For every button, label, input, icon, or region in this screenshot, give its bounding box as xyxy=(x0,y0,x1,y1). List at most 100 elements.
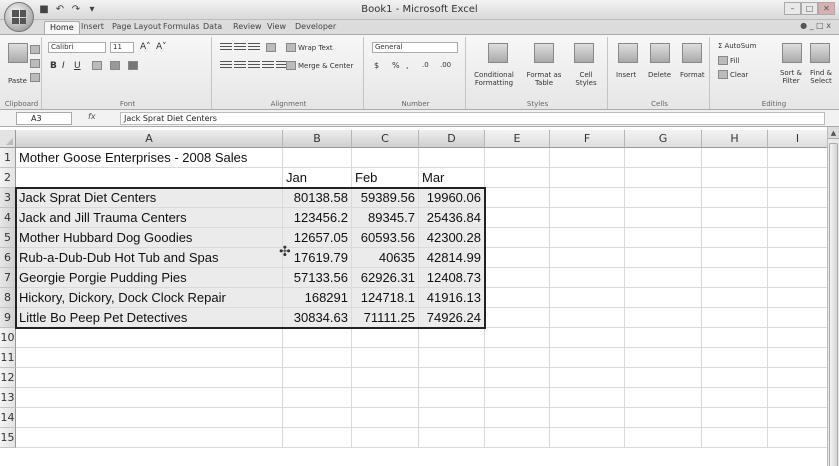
column-header-f[interactable]: F xyxy=(550,130,625,148)
cell-a14[interactable] xyxy=(16,408,283,428)
cell-a15[interactable] xyxy=(16,428,283,448)
cell-a8[interactable]: Hickory, Dickory, Dock Clock Repair xyxy=(16,288,283,308)
cell-c7[interactable]: 62926.31 xyxy=(352,268,419,288)
cell-e10[interactable] xyxy=(485,328,550,348)
align-top-icon[interactable] xyxy=(220,43,260,52)
column-header-h[interactable]: H xyxy=(702,130,768,148)
find-select-button[interactable]: Find & Select xyxy=(806,69,836,85)
font-size-select[interactable]: 11 xyxy=(110,42,134,53)
cell-g14[interactable] xyxy=(625,408,702,428)
cell-f15[interactable] xyxy=(550,428,625,448)
cell-g11[interactable] xyxy=(625,348,702,368)
name-box[interactable]: A3 xyxy=(16,112,72,125)
wrap-text-button[interactable]: Wrap Text xyxy=(286,43,333,52)
cell-i8[interactable] xyxy=(768,288,828,308)
cell-a2[interactable] xyxy=(16,168,283,188)
minimize-button[interactable]: – xyxy=(784,2,801,15)
row-header-11[interactable]: 11 xyxy=(0,348,16,368)
tab-view[interactable]: View xyxy=(262,21,291,34)
bold-button[interactable]: B xyxy=(50,61,57,71)
cell-h6[interactable] xyxy=(702,248,768,268)
cut-icon[interactable] xyxy=(30,45,40,54)
cell-h14[interactable] xyxy=(702,408,768,428)
delete-cells-icon[interactable] xyxy=(650,43,670,63)
tab-review[interactable]: Review xyxy=(228,21,267,34)
column-header-b[interactable]: B xyxy=(283,130,352,148)
cell-i1[interactable] xyxy=(768,148,828,168)
cell-f8[interactable] xyxy=(550,288,625,308)
cell-g3[interactable] xyxy=(625,188,702,208)
cell-i10[interactable] xyxy=(768,328,828,348)
format-painter-icon[interactable] xyxy=(30,73,40,82)
cell-i3[interactable] xyxy=(768,188,828,208)
cell-i6[interactable] xyxy=(768,248,828,268)
cell-i9[interactable] xyxy=(768,308,828,328)
cell-e9[interactable] xyxy=(485,308,550,328)
row-header-4[interactable]: 4 xyxy=(0,208,16,228)
tab-home[interactable]: Home xyxy=(44,21,80,34)
cell-g1[interactable] xyxy=(625,148,702,168)
cell-d7[interactable]: 12408.73 xyxy=(419,268,485,288)
cell-a1[interactable]: Mother Goose Enterprises - 2008 Sales xyxy=(16,148,283,168)
cell-h2[interactable] xyxy=(702,168,768,188)
cell-h12[interactable] xyxy=(702,368,768,388)
cell-b3[interactable]: 80138.58 xyxy=(283,188,352,208)
conditional-formatting-button[interactable]: Conditional Formatting xyxy=(470,71,518,87)
cell-a5[interactable]: Mother Hubbard Dog Goodies xyxy=(16,228,283,248)
row-header-6[interactable]: 6 xyxy=(0,248,16,268)
cell-e13[interactable] xyxy=(485,388,550,408)
row-header-3[interactable]: 3 xyxy=(0,188,16,208)
cell-styles-icon[interactable] xyxy=(574,43,594,63)
autosum-button[interactable]: Σ AutoSum xyxy=(718,42,756,50)
cell-f1[interactable] xyxy=(550,148,625,168)
cell-d12[interactable] xyxy=(419,368,485,388)
cell-e2[interactable] xyxy=(485,168,550,188)
column-header-i[interactable]: I xyxy=(768,130,828,148)
cell-i12[interactable] xyxy=(768,368,828,388)
cell-b5[interactable]: 12657.05 xyxy=(283,228,352,248)
cell-h4[interactable] xyxy=(702,208,768,228)
cell-e15[interactable] xyxy=(485,428,550,448)
cell-i15[interactable] xyxy=(768,428,828,448)
decrease-decimal-button[interactable]: .00 xyxy=(440,61,451,69)
row-header-7[interactable]: 7 xyxy=(0,268,16,288)
row-header-14[interactable]: 14 xyxy=(0,408,16,428)
cell-e5[interactable] xyxy=(485,228,550,248)
cell-d8[interactable]: 41916.13 xyxy=(419,288,485,308)
row-header-2[interactable]: 2 xyxy=(0,168,16,188)
delete-button[interactable]: Delete xyxy=(648,71,671,79)
find-select-icon[interactable] xyxy=(810,43,830,63)
cell-g15[interactable] xyxy=(625,428,702,448)
column-header-d[interactable]: D xyxy=(419,130,485,148)
merge-center-button[interactable]: Merge & Center xyxy=(286,61,353,70)
format-button[interactable]: Format xyxy=(680,71,705,79)
copy-icon[interactable] xyxy=(30,59,40,68)
row-header-13[interactable]: 13 xyxy=(0,388,16,408)
cell-b9[interactable]: 30834.63 xyxy=(283,308,352,328)
underline-button[interactable]: U xyxy=(74,61,81,71)
select-all-corner[interactable] xyxy=(0,130,16,148)
column-header-c[interactable]: C xyxy=(352,130,419,148)
percent-button[interactable]: % xyxy=(392,61,400,70)
cell-g2[interactable] xyxy=(625,168,702,188)
cell-c9[interactable]: 71111.25 xyxy=(352,308,419,328)
cell-d2[interactable]: Mar xyxy=(419,168,485,188)
cell-c3[interactable]: 59389.56 xyxy=(352,188,419,208)
cell-e8[interactable] xyxy=(485,288,550,308)
cell-b13[interactable] xyxy=(283,388,352,408)
cell-c5[interactable]: 60593.56 xyxy=(352,228,419,248)
cell-d10[interactable] xyxy=(419,328,485,348)
cell-f10[interactable] xyxy=(550,328,625,348)
cell-d11[interactable] xyxy=(419,348,485,368)
cell-g6[interactable] xyxy=(625,248,702,268)
cell-styles-button[interactable]: Cell Styles xyxy=(572,71,600,87)
cell-h1[interactable] xyxy=(702,148,768,168)
cell-c13[interactable] xyxy=(352,388,419,408)
cell-g7[interactable] xyxy=(625,268,702,288)
cell-f9[interactable] xyxy=(550,308,625,328)
font-name-select[interactable]: Calibri xyxy=(48,42,106,53)
tab-data[interactable]: Data xyxy=(198,21,227,34)
scroll-thumb[interactable] xyxy=(829,143,838,466)
cell-f4[interactable] xyxy=(550,208,625,228)
column-header-g[interactable]: G xyxy=(625,130,702,148)
